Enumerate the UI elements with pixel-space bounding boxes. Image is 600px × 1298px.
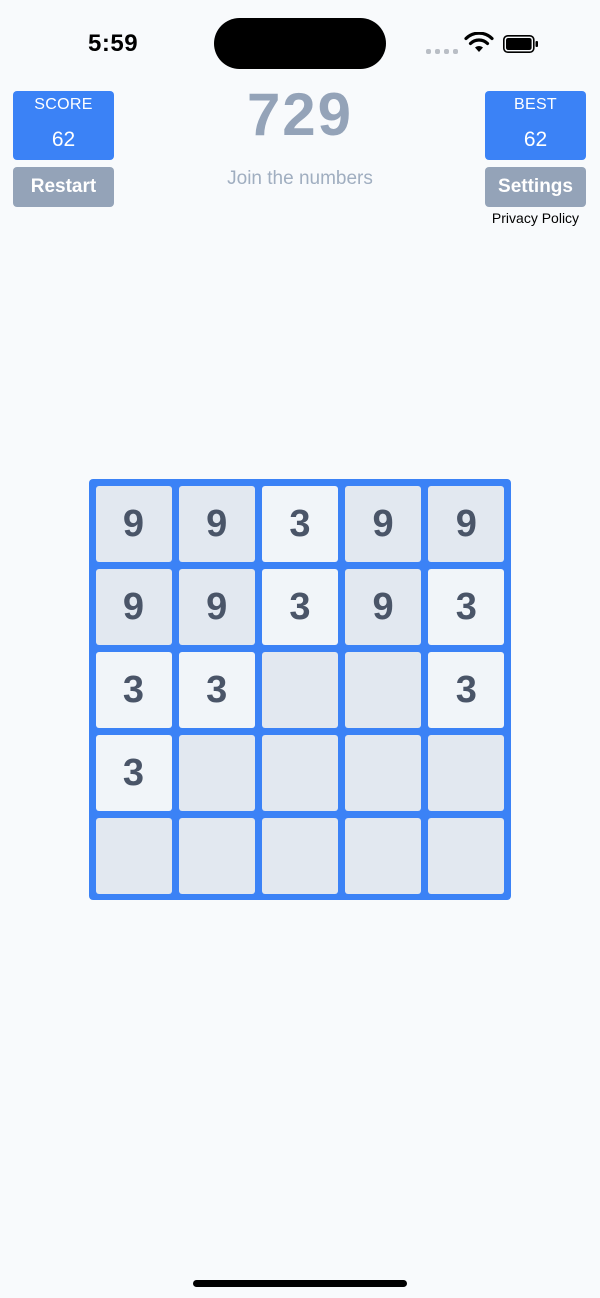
tile-3: 3 — [95, 735, 172, 812]
tile-3: 3 — [178, 651, 255, 728]
tile-9: 9 — [95, 568, 172, 645]
tile-9: 9 — [345, 485, 422, 562]
tile-9: 9 — [178, 485, 255, 562]
best-value: 62 — [523, 128, 548, 151]
tile-3: 3 — [428, 568, 505, 645]
empty-tile — [345, 735, 422, 812]
wifi-icon — [464, 32, 494, 52]
empty-tile — [95, 818, 172, 895]
best-box: BEST 62 — [485, 91, 586, 160]
empty-tile — [178, 818, 255, 895]
dynamic-island — [214, 18, 386, 69]
tile-9: 9 — [178, 568, 255, 645]
empty-tile — [261, 735, 338, 812]
privacy-policy-link[interactable]: Privacy Policy — [470, 210, 600, 226]
game-title: 729 — [246, 81, 354, 148]
tile-3: 3 — [95, 651, 172, 728]
restart-button[interactable]: Restart — [13, 167, 114, 207]
tile-9: 9 — [428, 485, 505, 562]
home-indicator — [193, 1280, 407, 1287]
status-time: 5:59 — [88, 30, 139, 57]
tile-3: 3 — [261, 568, 338, 645]
tile-9: 9 — [95, 485, 172, 562]
empty-tile — [261, 818, 338, 895]
empty-tile — [261, 651, 338, 728]
empty-tile — [345, 818, 422, 895]
empty-tile — [178, 735, 255, 812]
score-value: 62 — [51, 128, 76, 151]
empty-tile — [428, 735, 505, 812]
score-label: SCORE — [34, 96, 93, 113]
game-board[interactable]: 99399993933333 — [89, 479, 511, 900]
tile-3: 3 — [428, 651, 505, 728]
tile-9: 9 — [345, 568, 422, 645]
tile-3: 3 — [261, 485, 338, 562]
game-subtitle: Join the numbers — [227, 168, 373, 189]
cellular-signal-icon — [426, 46, 458, 54]
settings-button[interactable]: Settings — [485, 167, 586, 207]
score-box: SCORE 62 — [13, 91, 114, 160]
empty-tile — [345, 651, 422, 728]
empty-tile — [428, 818, 505, 895]
best-label: BEST — [514, 96, 557, 113]
battery-icon — [503, 35, 538, 53]
